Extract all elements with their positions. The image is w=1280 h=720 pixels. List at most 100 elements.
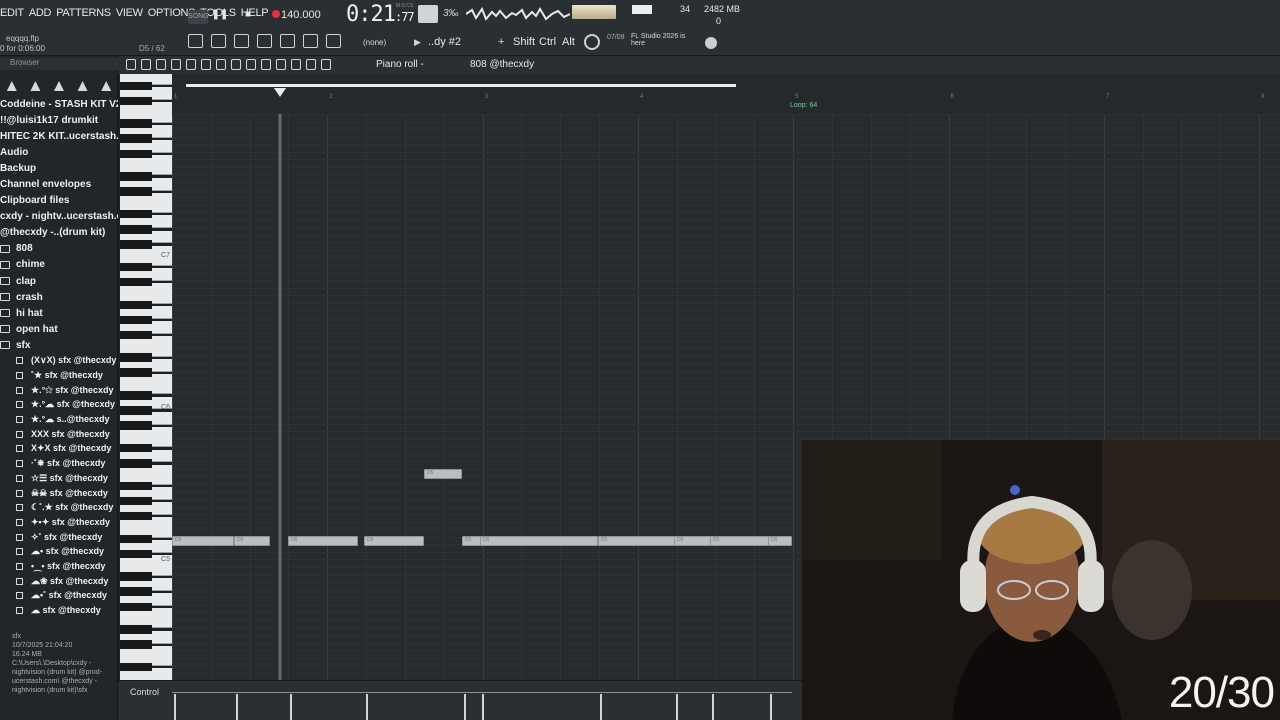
piano-roll-channel[interactable]: 808 @thecxdy — [470, 59, 534, 70]
browser-item[interactable]: HITEC 2K KIT..ucerstash.com — [0, 128, 118, 144]
browser-item[interactable]: Backup — [0, 160, 118, 176]
arrow-icon[interactable] — [303, 34, 318, 48]
piano-key-black[interactable] — [120, 459, 152, 468]
piano-key-black[interactable] — [120, 602, 152, 612]
midi-note[interactable]: D5 — [710, 536, 772, 546]
velocity-bar[interactable] — [770, 694, 772, 720]
piano-key-black[interactable] — [120, 353, 152, 362]
velocity-bar[interactable] — [676, 694, 678, 720]
piano-key-black[interactable] — [120, 149, 152, 159]
delete-icon[interactable] — [246, 59, 256, 70]
browser-item[interactable]: Clipboard files — [0, 193, 118, 209]
browser-item[interactable]: sfx — [0, 337, 118, 353]
browser-item[interactable]: XXX sfx @thecxdy — [0, 427, 118, 442]
midi-note[interactable]: D5 — [364, 536, 424, 546]
piano-key-black[interactable] — [120, 625, 152, 634]
piano-key-black[interactable] — [120, 406, 152, 415]
browser-item[interactable]: cxdy - nightv..ucerstash.com — [0, 209, 118, 225]
midi-note[interactable]: D5 — [172, 536, 234, 546]
piano-key-black[interactable] — [120, 640, 152, 649]
browser-cloud-icon[interactable] — [77, 81, 88, 91]
alt-key-indicator[interactable]: Alt — [562, 36, 575, 48]
piano-key-black[interactable] — [120, 443, 152, 453]
pattern-nav-arrow[interactable]: ▶ — [414, 37, 421, 48]
browser-item[interactable]: hi hat — [0, 305, 118, 321]
stamp-icon[interactable] — [171, 59, 181, 70]
browser-item[interactable]: X✦X sfx @thecxdy — [0, 442, 118, 457]
brush-icon[interactable] — [231, 59, 241, 70]
pause-button[interactable]: ❚❚ — [212, 6, 229, 22]
browser-item[interactable]: Coddeine - STASH KIT V2 ! — [0, 96, 118, 112]
piano-key-black[interactable] — [120, 549, 152, 559]
pattern-mode-icon[interactable] — [418, 5, 438, 23]
piano-key-black[interactable] — [120, 262, 152, 272]
browser-item[interactable]: ☠☠ sfx @thecxdy — [0, 486, 118, 501]
browser-star-icon[interactable] — [101, 81, 112, 91]
browser-item[interactable]: ★.°☁ s..@thecxdy — [0, 412, 118, 427]
magnet-icon[interactable] — [156, 59, 166, 70]
midi-note[interactable]: D5 — [768, 536, 792, 546]
ctrl-key-indicator[interactable]: Ctrl — [539, 36, 556, 48]
piano-key-black[interactable] — [120, 315, 152, 325]
piano-key-black[interactable] — [120, 277, 152, 287]
velocity-bar[interactable] — [366, 694, 368, 720]
browser-item[interactable]: clap — [0, 273, 118, 289]
stop-button[interactable]: ■ — [240, 6, 256, 22]
browser-item[interactable]: ˚★ sfx @thecxdy — [0, 368, 118, 383]
browser-item[interactable]: ·˚✵ sfx @thecxdy — [0, 456, 118, 471]
piano-key-black[interactable] — [120, 172, 152, 181]
pattern-selector[interactable]: ..dy #2 — [428, 36, 461, 48]
mute-icon[interactable] — [261, 59, 271, 70]
browser-item[interactable]: ☁ sfx @thecxdy — [0, 603, 118, 618]
master-volume-slider[interactable] — [572, 5, 616, 19]
menu-edit[interactable]: EDIT — [0, 7, 24, 19]
browser-item[interactable]: Audio — [0, 144, 118, 160]
loop-icon[interactable] — [201, 59, 211, 70]
piano-key-black[interactable] — [120, 240, 152, 249]
browser-item[interactable]: 808 — [0, 241, 118, 257]
zoom-icon[interactable] — [306, 59, 316, 70]
menu-patterns[interactable]: PATTERNS — [56, 7, 111, 19]
channel-rack-icon[interactable] — [211, 34, 226, 48]
piano-key-black[interactable] — [120, 330, 152, 340]
menu-view[interactable]: VIEW — [116, 7, 143, 19]
mic-icon[interactable] — [326, 34, 341, 48]
browser-item[interactable]: ★.°☁ sfx @thecxdy — [0, 398, 118, 413]
pencil-icon[interactable] — [216, 59, 226, 70]
tempo-display[interactable]: 140.000 — [281, 9, 321, 21]
browser-item[interactable]: ☆☰ sfx @thecxdy — [0, 471, 118, 486]
loop-region-bar[interactable] — [186, 84, 736, 87]
browser-item[interactable]: Channel envelopes — [0, 176, 118, 192]
piano-key-black[interactable] — [120, 225, 152, 234]
piano-key-black[interactable] — [120, 391, 152, 400]
piano-key-black[interactable] — [120, 534, 152, 544]
piano-key-black[interactable] — [120, 134, 152, 143]
velocity-bar[interactable] — [712, 694, 714, 720]
select-icon[interactable] — [291, 59, 301, 70]
slice-icon[interactable] — [276, 59, 286, 70]
playback-icon[interactable] — [321, 59, 331, 70]
piano-key-black[interactable] — [120, 81, 152, 91]
browser-view-icon[interactable] — [53, 81, 64, 91]
velocity-bar[interactable] — [600, 694, 602, 720]
browser-item[interactable]: •⁔• sfx @thecxdy — [0, 559, 118, 574]
browser-back-icon[interactable] — [30, 81, 41, 91]
browser-item[interactable]: chime — [0, 257, 118, 273]
arrow-icon[interactable] — [126, 59, 136, 70]
browser-icon[interactable] — [257, 34, 272, 48]
browser-item[interactable]: ✧˚ sfx @thecxdy — [0, 530, 118, 545]
piano-key-black[interactable] — [120, 662, 152, 672]
shift-key-indicator[interactable]: Shift — [513, 36, 535, 48]
browser-item[interactable]: open hat — [0, 321, 118, 337]
midi-note[interactable]: D5 — [424, 469, 462, 479]
piano-key-black[interactable] — [120, 300, 152, 310]
timeline-ruler[interactable]: 1 2 3 4 5 6 7 8 — [172, 74, 1280, 114]
midi-note[interactable]: D5 — [598, 536, 678, 546]
midi-note[interactable]: D5 — [462, 536, 482, 546]
news-icon[interactable] — [584, 34, 600, 50]
playhead-marker[interactable] — [274, 88, 286, 97]
browser-item[interactable]: ☁❀ sfx @thecxdy — [0, 574, 118, 589]
midi-note[interactable]: D5 — [480, 536, 598, 546]
add-pattern-button[interactable]: + — [498, 36, 504, 48]
song-mode-toggle[interactable]: SONG — [188, 10, 209, 24]
